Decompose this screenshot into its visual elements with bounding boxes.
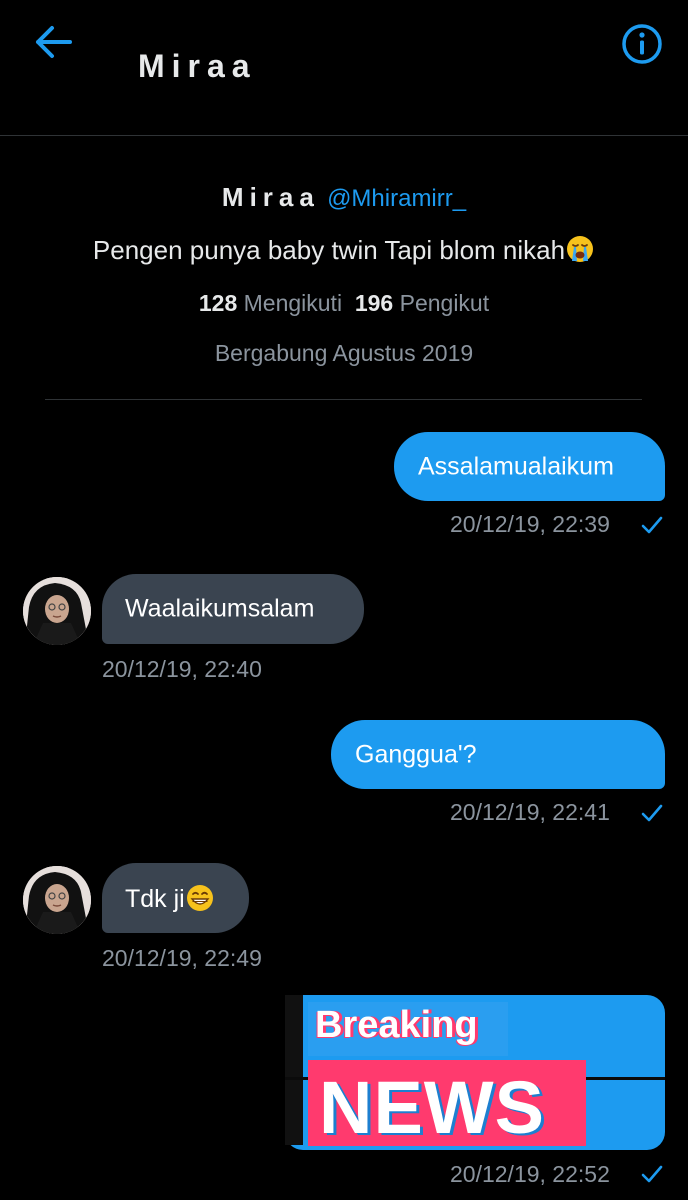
sender-avatar[interactable] <box>23 577 91 645</box>
message-bubble-incoming[interactable]: Waalaikumsalam <box>102 574 364 644</box>
profile-bio-text: Pengen punya baby twin Tapi blom nikah <box>92 235 566 265</box>
following-label: Mengikuti <box>243 290 343 316</box>
profile-name: Miraa <box>221 182 320 212</box>
followers-count: 196 <box>354 290 394 316</box>
news-label: NEWS <box>319 1066 545 1149</box>
info-button[interactable] <box>618 20 666 68</box>
loudly-crying-face-emoji <box>567 236 594 262</box>
profile-divider <box>45 399 642 400</box>
message-content: Tdk ji <box>125 883 215 913</box>
message-text: Waalaikumsalam <box>125 594 315 623</box>
message-timestamp: 20/12/19, 22:49 <box>102 945 262 971</box>
top-bar: Miraa <box>0 0 688 136</box>
followers-stat[interactable]: 196 Pengikut <box>355 290 489 316</box>
message-bubble-outgoing[interactable]: Assalamualaikum <box>394 432 665 501</box>
message-bubble-incoming[interactable]: Tdk ji <box>102 863 249 933</box>
profile-bio: Pengen punya baby twin Tapi blom nikah <box>0 234 688 266</box>
avatar-photo <box>23 866 91 934</box>
following-count: 128 <box>198 290 238 316</box>
message-timestamp: 20/12/19, 22:52 <box>450 1161 610 1187</box>
avatar-photo <box>23 577 91 645</box>
conversation-title: Miraa <box>138 48 257 84</box>
sender-avatar[interactable] <box>23 866 91 934</box>
profile-handle: @Mhiramirr_ <box>327 185 467 212</box>
breaking-label: Breaking <box>315 1004 478 1046</box>
following-stat[interactable]: 128 Mengikuti <box>199 290 342 316</box>
check-icon <box>641 1165 663 1183</box>
message-text: Tdk ji <box>125 885 185 913</box>
followers-label: Pengikut <box>399 290 490 316</box>
joined-date: Bergabung Agustus 2019 <box>214 340 474 366</box>
profile-name-row[interactable]: Miraa @Mhiramirr_ <box>0 182 688 213</box>
arrow-left-icon <box>36 26 72 58</box>
message-bubble-outgoing[interactable]: Ganggua'? <box>331 720 665 789</box>
sticker-frame <box>285 995 303 1145</box>
message-timestamp: 20/12/19, 22:41 <box>450 799 610 825</box>
message-text: Ganggua'? <box>355 740 477 768</box>
message-timestamp: 20/12/19, 22:39 <box>450 511 610 537</box>
grinning-face-emoji <box>186 885 213 911</box>
back-button[interactable] <box>30 22 76 62</box>
profile-stats: 128 Mengikuti 196 Pengikut <box>0 290 688 317</box>
message-timestamp: 20/12/19, 22:40 <box>102 656 262 682</box>
check-icon <box>641 516 663 534</box>
check-icon <box>641 804 663 822</box>
breaking-news-sticker[interactable]: Breaking NEWS <box>285 995 665 1155</box>
info-circle-icon <box>622 24 662 64</box>
message-text: Assalamualaikum <box>418 452 614 480</box>
